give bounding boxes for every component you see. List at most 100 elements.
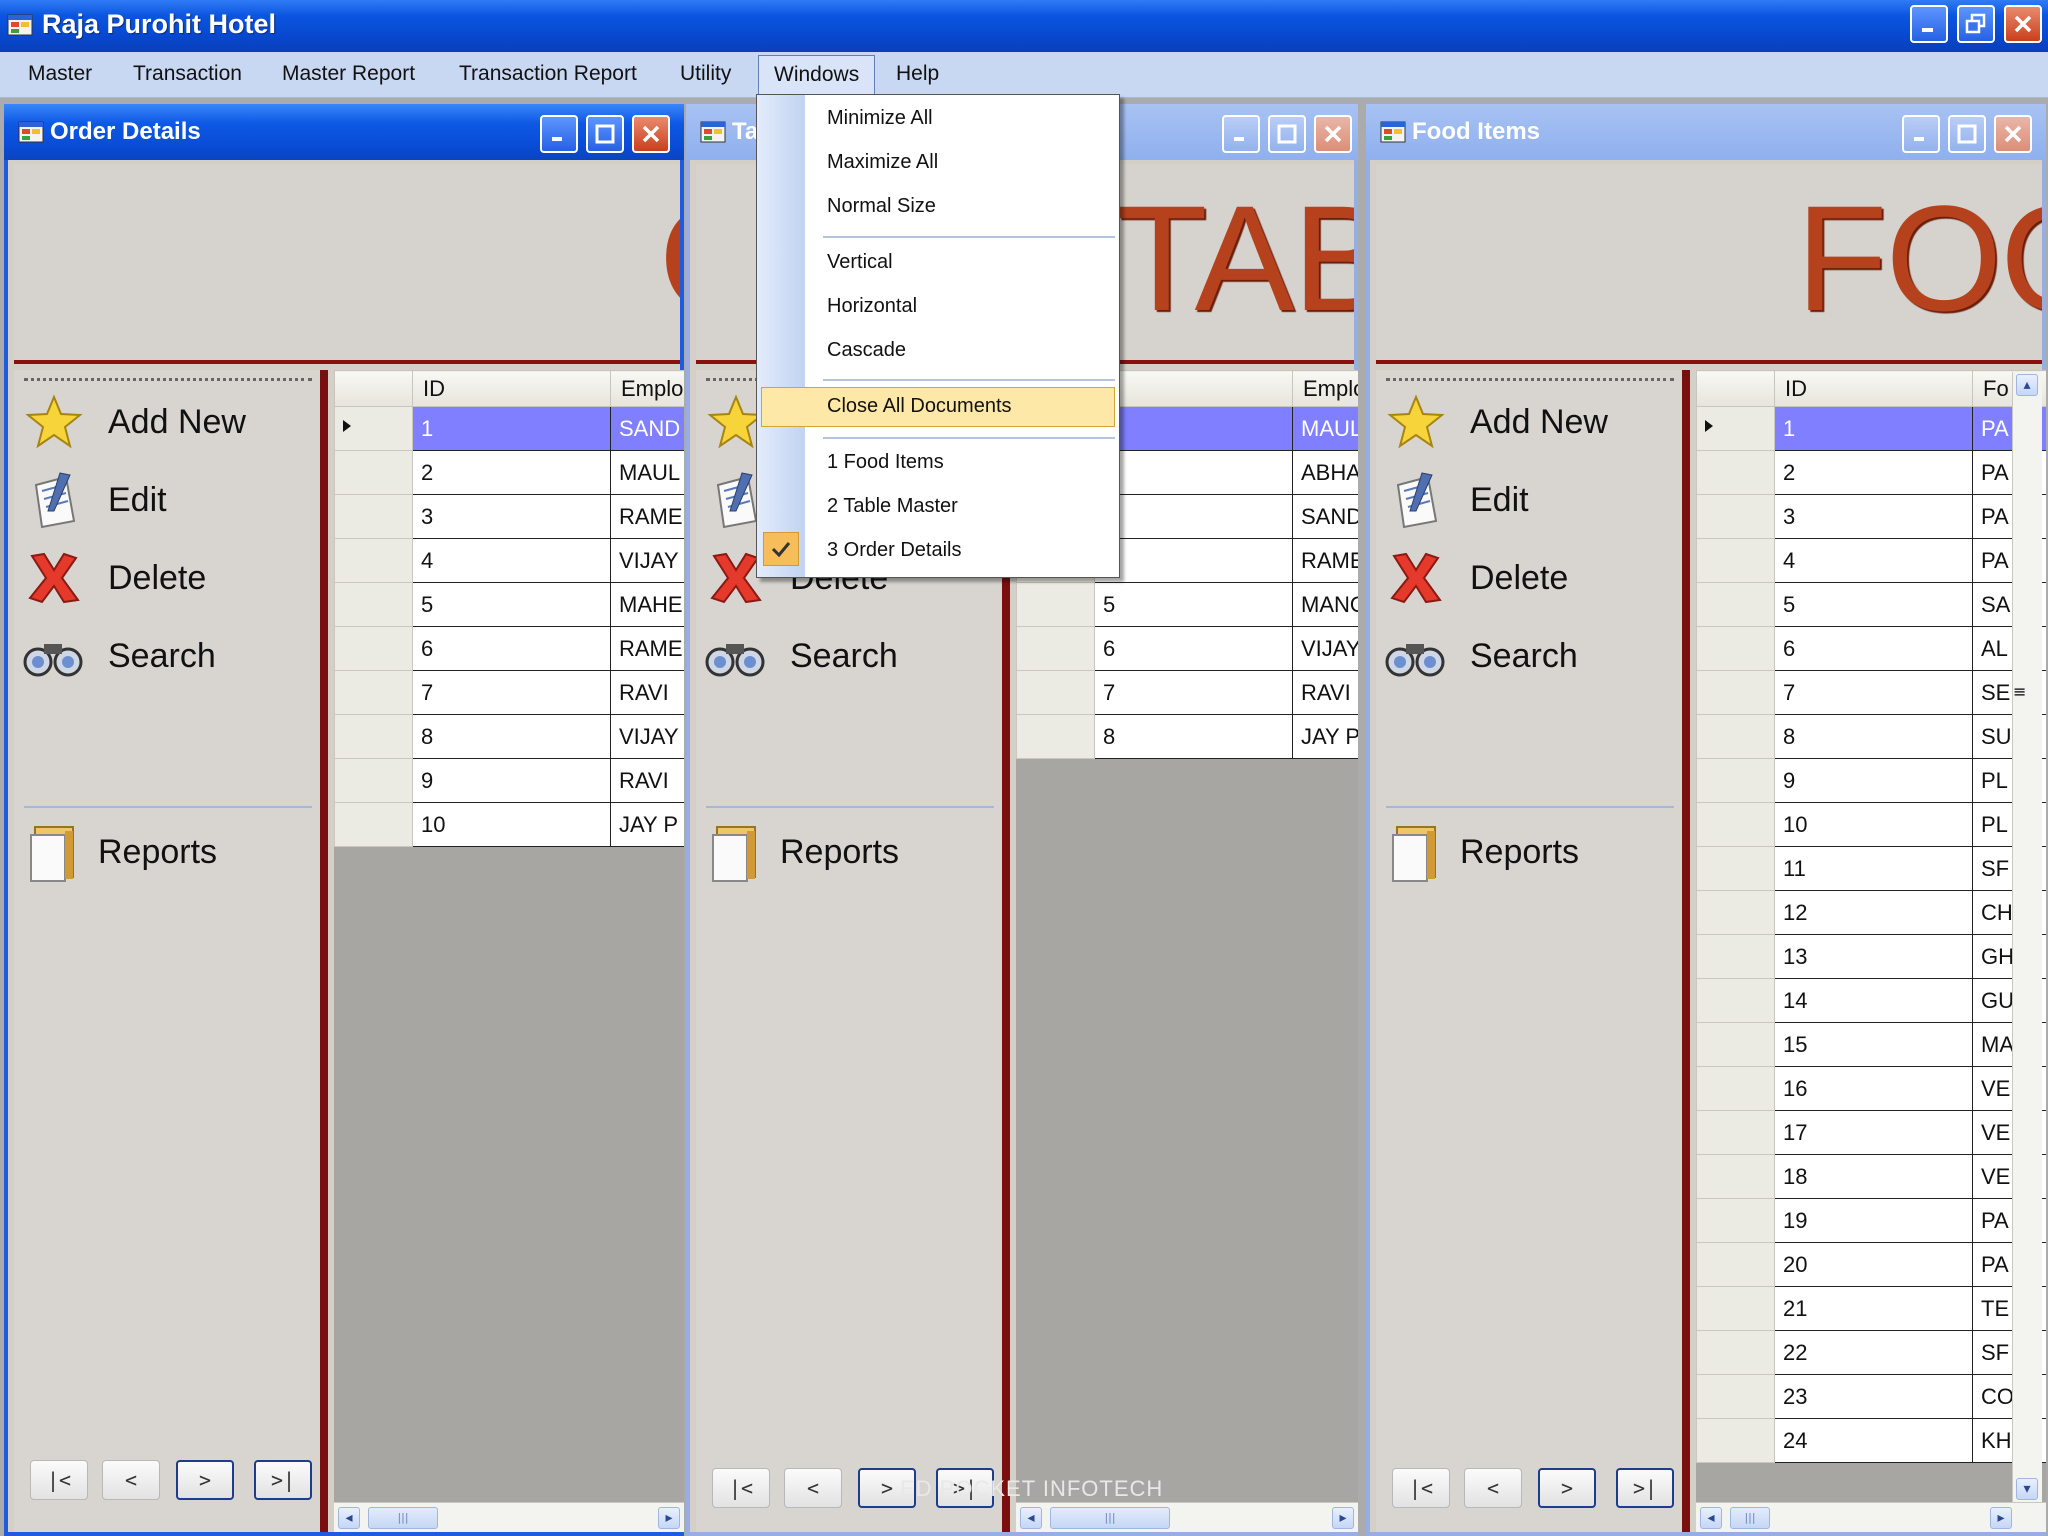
add-new-button[interactable]: Add New <box>1384 392 1674 452</box>
menu-item-horizontal[interactable]: Horizontal <box>827 295 917 318</box>
menu-item-food-items[interactable]: 1 Food Items <box>827 451 944 474</box>
first-record-button[interactable]: |< <box>712 1468 770 1508</box>
edit-button[interactable]: Edit <box>1384 470 1674 530</box>
menu-windows[interactable]: Windows <box>758 55 876 95</box>
scrollbar-thumb[interactable]: ||| <box>368 1507 438 1529</box>
minimize-button[interactable] <box>1910 5 1948 43</box>
vertical-scrollbar[interactable]: ▴ ≡ ▾ <box>2012 372 2042 1502</box>
cell-id[interactable]: 20 <box>1774 1242 1973 1287</box>
cell-name[interactable]: JAY P <box>1292 714 1358 759</box>
cell-id[interactable]: 6 <box>1774 626 1973 671</box>
previous-record-button[interactable]: < <box>1464 1468 1522 1508</box>
previous-record-button[interactable]: < <box>102 1460 160 1500</box>
table-row[interactable]: 23 CO <box>1696 1374 2046 1419</box>
column-header[interactable]: D <box>1094 370 1293 407</box>
next-record-button[interactable]: > <box>176 1460 234 1500</box>
scroll-left-icon[interactable]: ◂ <box>1700 1507 1722 1529</box>
scroll-right-icon[interactable]: ▸ <box>1990 1507 2012 1529</box>
first-record-button[interactable]: |< <box>1392 1468 1450 1508</box>
cell-name[interactable]: RAVI <box>610 758 684 803</box>
cell-id[interactable]: 2 <box>1774 450 1973 495</box>
child-maximize-button[interactable] <box>1948 115 1986 153</box>
cell-name[interactable]: JAY P <box>610 802 684 847</box>
row-header[interactable] <box>1696 494 1775 539</box>
table-row[interactable]: 6 VIJAY <box>1016 626 1358 671</box>
row-header[interactable] <box>1016 626 1095 671</box>
cell-id[interactable]: 3 <box>1774 494 1973 539</box>
table-row[interactable]: 2 MAUL <box>334 450 684 495</box>
row-header[interactable] <box>1696 1374 1775 1419</box>
row-header[interactable] <box>1696 890 1775 935</box>
row-header[interactable] <box>334 450 413 495</box>
cell-id[interactable]: 18 <box>1774 1154 1973 1199</box>
cell-name[interactable]: RAME <box>1292 538 1358 583</box>
child-close-button[interactable] <box>1994 115 2032 153</box>
table-row[interactable]: 7 SE <box>1696 670 2046 715</box>
next-record-button[interactable]: > <box>1538 1468 1596 1508</box>
child-minimize-button[interactable] <box>1902 115 1940 153</box>
cell-id[interactable] <box>1094 406 1293 451</box>
table-row[interactable]: 5MANO <box>1016 582 1358 627</box>
child-minimize-button[interactable] <box>1222 115 1260 153</box>
table-row[interactable]: 16 VE <box>1696 1066 2046 1111</box>
table-row[interactable]: 4 PA <box>1696 538 2046 583</box>
cell-id[interactable]: 23 <box>1774 1374 1973 1419</box>
table-row[interactable]: 24 KH <box>1696 1418 2046 1463</box>
cell-name[interactable]: VIJAY <box>610 538 684 583</box>
row-header[interactable] <box>1696 934 1775 979</box>
cell-name[interactable]: MAHE <box>610 582 684 627</box>
row-header[interactable] <box>1696 1022 1775 1067</box>
row-header[interactable] <box>1696 1198 1775 1243</box>
cell-id[interactable]: 7 <box>1774 670 1973 715</box>
table-row[interactable]: 8 VIJAY <box>334 714 684 759</box>
delete-button[interactable]: Delete <box>1384 548 1674 608</box>
edit-button[interactable]: Edit <box>22 470 312 530</box>
reports-button[interactable]: Reports <box>1384 822 1674 882</box>
cell-id[interactable]: 5 <box>1774 582 1973 627</box>
table-row[interactable]: 5 SA <box>1696 582 2046 627</box>
table-row[interactable]: 18 VE <box>1696 1154 2046 1199</box>
row-header[interactable] <box>334 626 413 671</box>
cell-id[interactable] <box>1094 494 1293 539</box>
cell-id[interactable]: 1 <box>1774 406 1973 451</box>
row-header[interactable] <box>334 714 413 759</box>
menu-master-report[interactable]: Master Report <box>282 62 415 86</box>
cell-id[interactable]: 22 <box>1774 1330 1973 1375</box>
row-header[interactable] <box>1016 714 1095 759</box>
first-record-button[interactable]: |< <box>30 1460 88 1500</box>
table-row[interactable]: 3 RAME <box>334 494 684 539</box>
row-header[interactable] <box>1696 758 1775 803</box>
cell-id[interactable] <box>1094 450 1293 495</box>
cell-id[interactable]: 4 <box>412 538 611 583</box>
cell-id[interactable]: 16 <box>1774 1066 1973 1111</box>
cell-id[interactable]: 9 <box>1774 758 1973 803</box>
row-header[interactable] <box>1696 1066 1775 1111</box>
scroll-left-icon[interactable]: ◂ <box>1020 1507 1042 1529</box>
search-button[interactable]: Search <box>22 626 312 686</box>
cell-name[interactable]: MANO <box>1292 582 1358 627</box>
row-header[interactable] <box>334 582 413 627</box>
column-header[interactable]: Emplo <box>610 370 684 407</box>
table-row[interactable]: 10 PL <box>1696 802 2046 847</box>
table-row[interactable]: 17 VE <box>1696 1110 2046 1155</box>
cell-id[interactable]: 2 <box>412 450 611 495</box>
row-header[interactable] <box>1696 714 1775 759</box>
cell-name[interactable]: RAVI <box>610 670 684 715</box>
table-row[interactable]: 1 PA <box>1696 406 2046 451</box>
row-header[interactable] <box>1696 802 1775 847</box>
table-row[interactable]: 8 SU <box>1696 714 2046 759</box>
horizontal-scrollbar[interactable]: ◂ ||| ▸ <box>1016 1502 1358 1532</box>
cell-id[interactable]: 17 <box>1774 1110 1973 1155</box>
table-row[interactable]: 13 GH <box>1696 934 2046 979</box>
table-row[interactable]: 11 SF <box>1696 846 2046 891</box>
menu-help[interactable]: Help <box>896 62 939 86</box>
table-row[interactable]: 15 MA <box>1696 1022 2046 1067</box>
scrollbar-thumb[interactable]: ≡ <box>2013 372 2035 1012</box>
table-row[interactable]: 14 GU <box>1696 978 2046 1023</box>
row-header[interactable] <box>1696 406 1775 451</box>
scroll-up-icon[interactable]: ▴ <box>2016 374 2038 396</box>
column-header[interactable]: Emplo <box>1292 370 1358 407</box>
table-row[interactable]: 21 TE <box>1696 1286 2046 1331</box>
row-header[interactable] <box>1696 1242 1775 1287</box>
child-close-button[interactable] <box>632 115 670 153</box>
